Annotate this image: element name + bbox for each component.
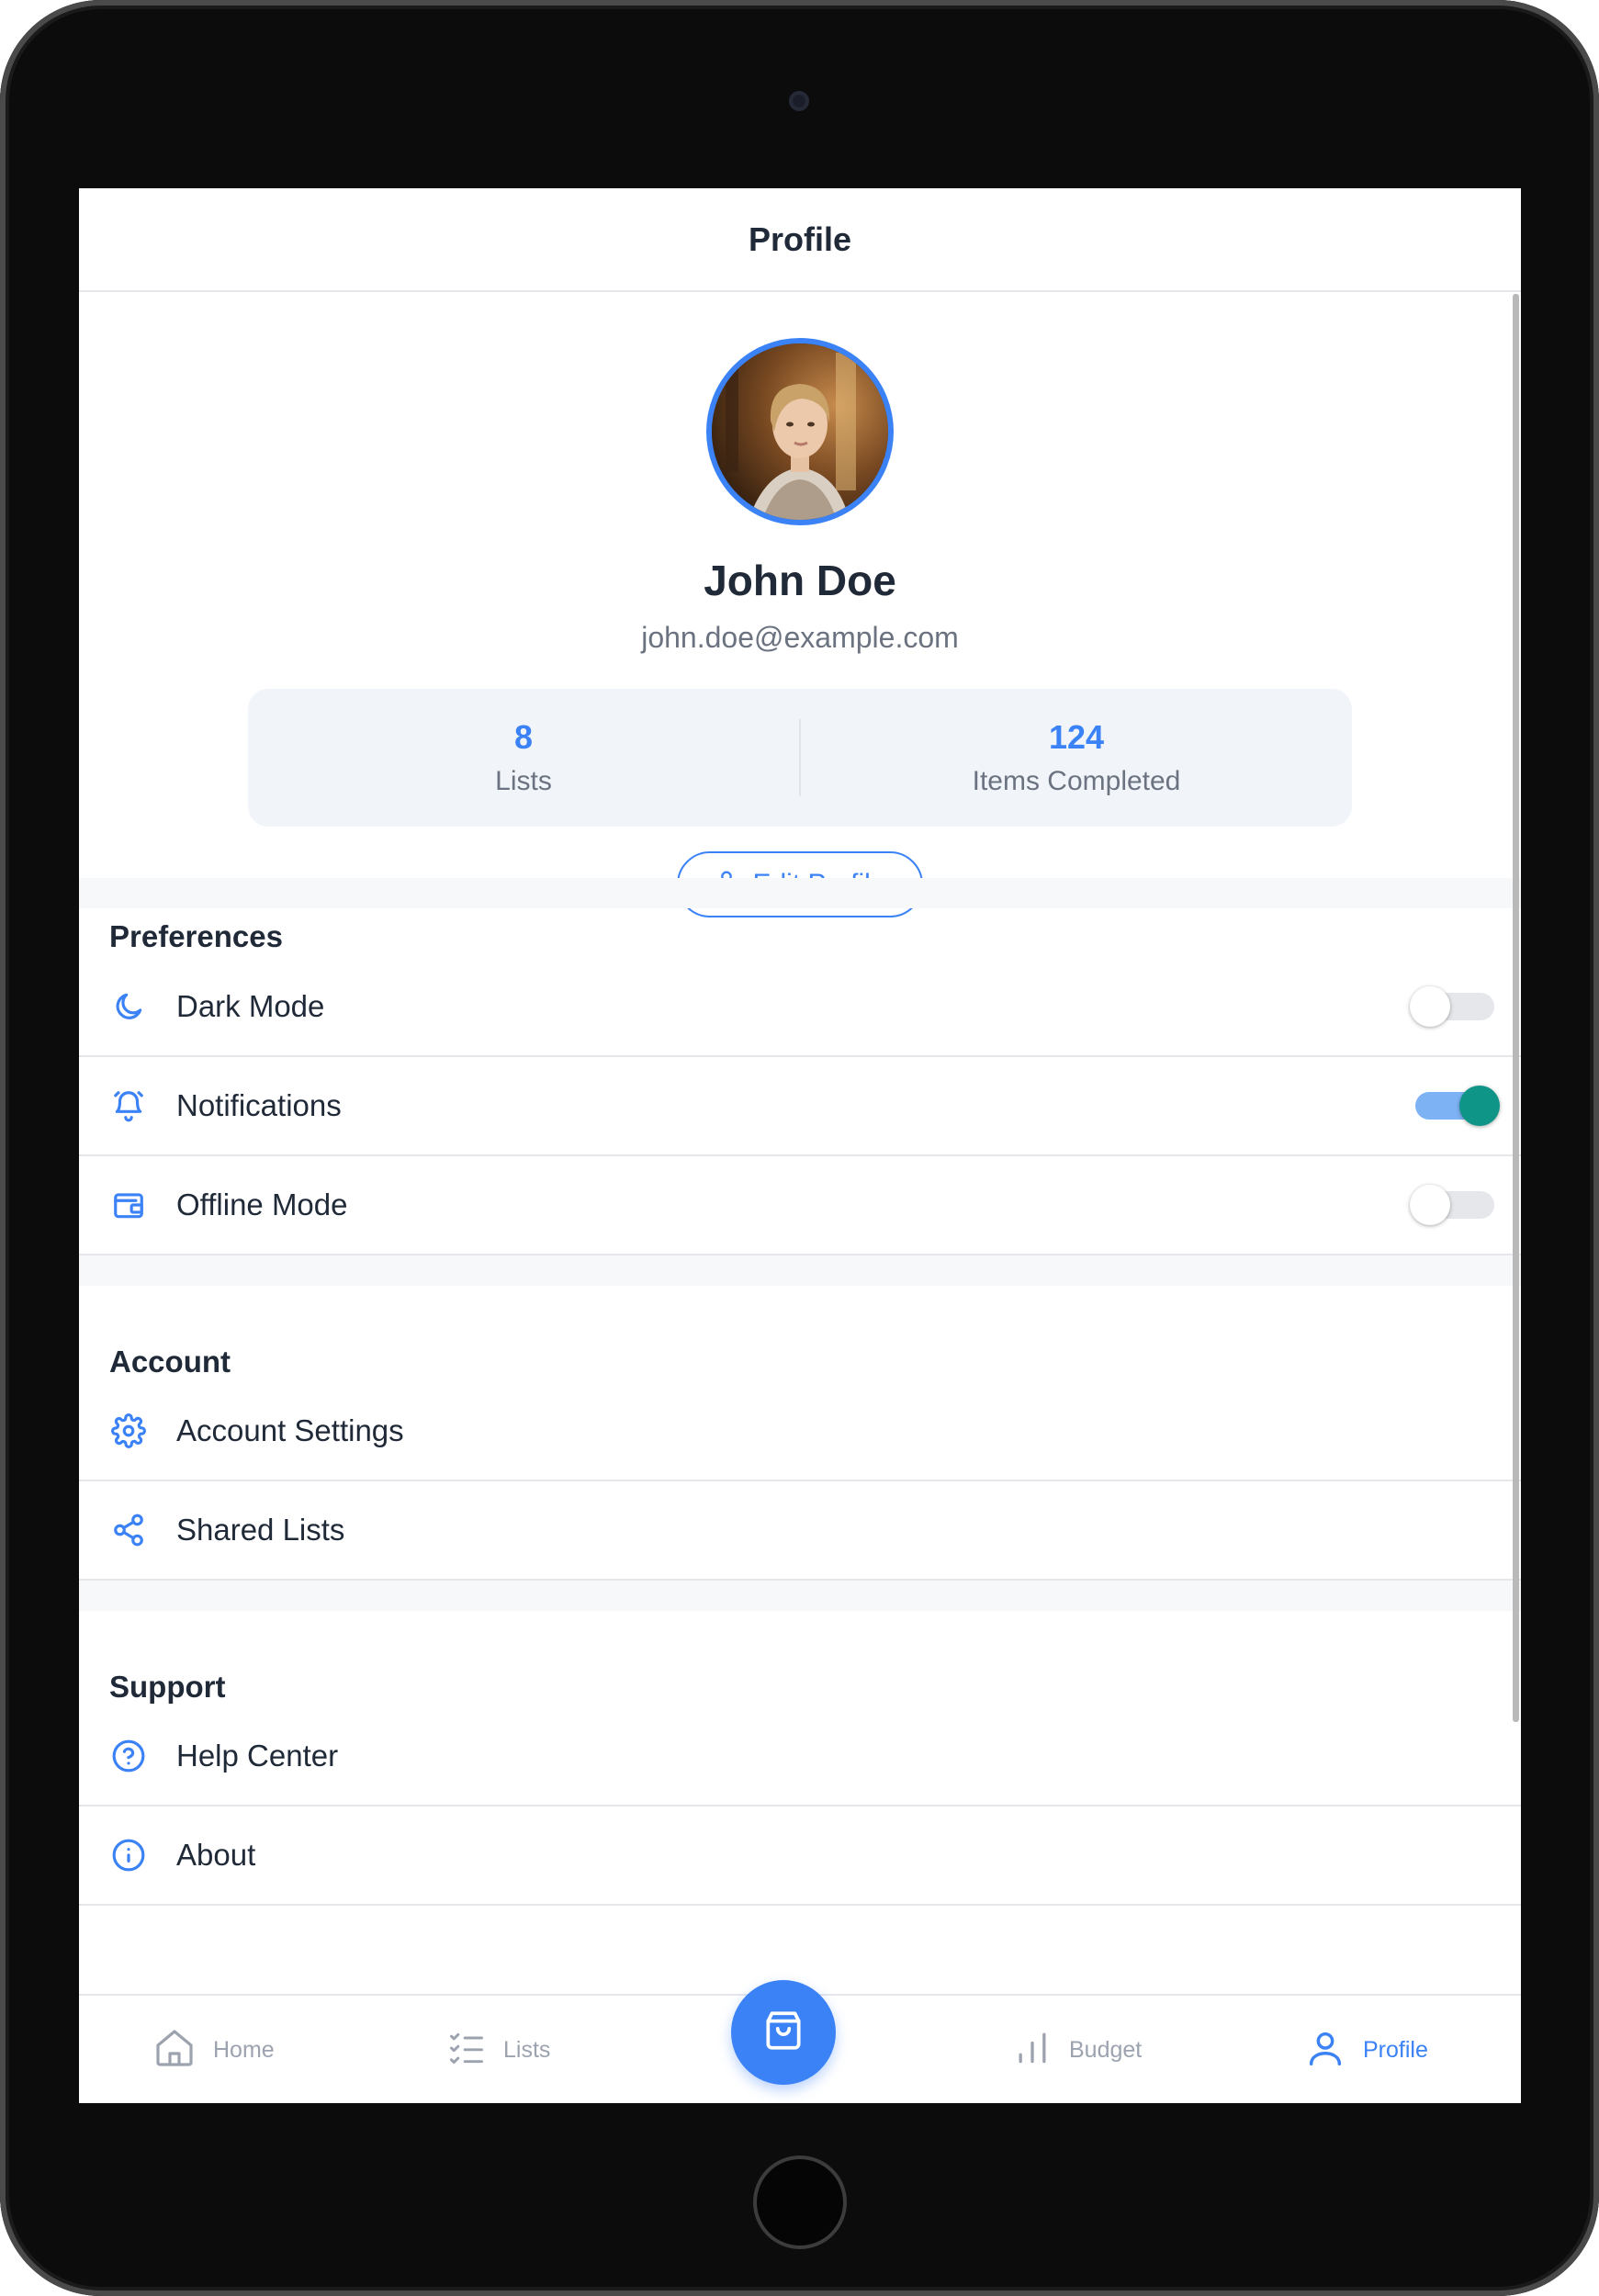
moon-icon: [109, 987, 148, 1026]
profile-name: John Doe: [704, 557, 896, 604]
section-separator: [79, 878, 1521, 908]
stat-value: 124: [1048, 718, 1105, 756]
row-label: Account Settings: [176, 1413, 404, 1447]
nav-item-budget[interactable]: Budget: [1012, 1996, 1142, 2103]
tablet-frame: Profile John Doe john.doe@example.com 8 …: [0, 0, 1599, 2296]
wallet-icon: [109, 1186, 148, 1224]
nav-label: Profile: [1363, 2037, 1428, 2063]
stat-items-completed[interactable]: 124 Items Completed: [801, 689, 1352, 827]
notifications-toggle[interactable]: [1415, 1086, 1500, 1126]
row-label: Help Center: [176, 1739, 339, 1773]
profile-scroll-content[interactable]: John Doe john.doe@example.com 8 Lists 12…: [79, 292, 1521, 1998]
bell-icon: [109, 1086, 148, 1125]
nav-item-home[interactable]: Home: [152, 1996, 275, 2103]
gear-icon: [109, 1412, 148, 1450]
nav-label: Home: [213, 2037, 275, 2063]
row-label: About: [176, 1838, 256, 1872]
app-header: Profile: [79, 188, 1521, 292]
toggle-knob: [1410, 1185, 1450, 1225]
account-row-settings[interactable]: Account Settings: [79, 1382, 1521, 1481]
nav-item-lists[interactable]: Lists: [446, 1996, 550, 2103]
row-label: Offline Mode: [176, 1187, 348, 1221]
section-title-support: Support: [109, 1670, 226, 1704]
support-row-help-center[interactable]: Help Center: [79, 1707, 1521, 1806]
stats-card: 8 Lists 124 Items Completed: [248, 689, 1352, 827]
section-title-preferences: Preferences: [109, 919, 283, 953]
page-title: Profile: [748, 219, 852, 258]
user-icon: [1304, 2027, 1346, 2074]
row-label: Dark Mode: [176, 989, 325, 1023]
stat-label: Items Completed: [972, 766, 1181, 796]
section-title-account: Account: [109, 1345, 231, 1379]
row-label: Shared Lists: [176, 1513, 345, 1547]
info-icon: [109, 1836, 148, 1874]
app-screen: Profile John Doe john.doe@example.com 8 …: [79, 188, 1521, 2103]
checklist-icon: [446, 2028, 487, 2073]
scrollbar[interactable]: [1513, 294, 1519, 1722]
toggle-knob: [1459, 1086, 1500, 1126]
front-camera: [789, 91, 809, 111]
stat-value: 8: [513, 718, 534, 756]
shopping-bag-button[interactable]: [731, 1980, 836, 2085]
bar-chart-icon: [1012, 2028, 1053, 2073]
toggle-knob: [1410, 986, 1450, 1027]
preference-row-dark-mode[interactable]: Dark Mode: [79, 958, 1521, 1057]
support-row-about[interactable]: About: [79, 1806, 1521, 1906]
stat-label: Lists: [495, 766, 552, 796]
row-label: Notifications: [176, 1088, 342, 1122]
home-icon: [152, 2026, 197, 2075]
help-icon: [109, 1737, 148, 1775]
profile-email: john.doe@example.com: [641, 621, 959, 654]
section-separator: [79, 1581, 1521, 1611]
shopping-bag-icon: [760, 2008, 806, 2058]
dark-mode-toggle[interactable]: [1410, 986, 1494, 1027]
nav-label: Lists: [503, 2037, 551, 2063]
avatar-photo: [712, 343, 888, 520]
nav-item-profile[interactable]: Profile: [1304, 1996, 1428, 2103]
preference-row-notifications[interactable]: Notifications: [79, 1057, 1521, 1156]
nav-label: Budget: [1069, 2037, 1143, 2063]
stat-lists[interactable]: 8 Lists: [248, 689, 799, 827]
avatar[interactable]: [706, 338, 894, 525]
share-icon: [109, 1511, 148, 1549]
preference-row-offline-mode[interactable]: Offline Mode: [79, 1156, 1521, 1255]
home-hardware-button[interactable]: [753, 2155, 847, 2249]
offline-mode-toggle[interactable]: [1410, 1185, 1494, 1225]
section-separator: [79, 1255, 1521, 1286]
account-row-shared-lists[interactable]: Shared Lists: [79, 1481, 1521, 1581]
